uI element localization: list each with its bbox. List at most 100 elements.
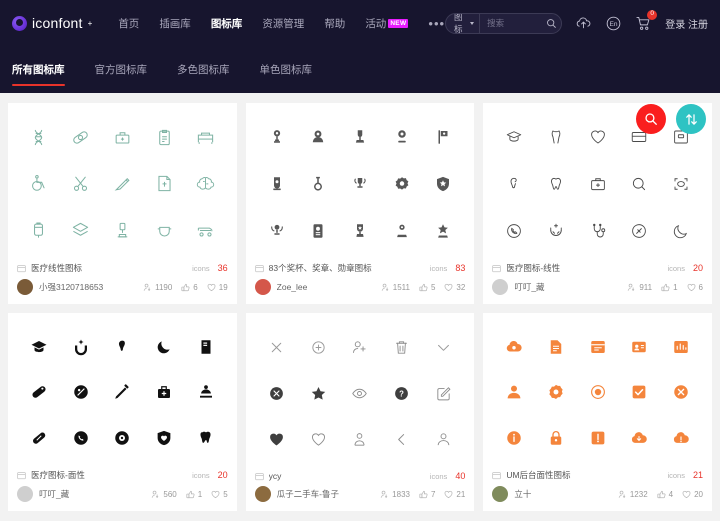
chart-card-filled-icon[interactable] — [660, 327, 702, 367]
trophy-wreath-icon[interactable] — [339, 164, 381, 205]
library-card[interactable]: 医疗线性图标 icons 36 小强3120718653 1190 6 19 — [8, 103, 237, 304]
lock-filled-icon[interactable] — [535, 418, 577, 458]
avatar[interactable] — [492, 279, 509, 295]
nav-item-icons[interactable]: 图标库 — [211, 16, 243, 31]
flag-award-icon[interactable] — [423, 117, 465, 158]
hands-sparkle-filled-icon[interactable] — [60, 327, 102, 367]
shield-heart-filled-icon[interactable] — [143, 418, 185, 458]
thermometer-icon[interactable] — [101, 164, 143, 205]
cloud-gear-icon[interactable] — [493, 327, 535, 367]
author-name[interactable]: Zoe_lee — [277, 282, 308, 292]
author-name[interactable]: 叮叮_藏 — [514, 281, 544, 293]
fab-search-button[interactable] — [636, 104, 666, 134]
plus-circle-icon[interactable] — [297, 327, 339, 367]
chevron-left-icon[interactable] — [381, 420, 423, 460]
stretcher-icon[interactable] — [185, 210, 227, 251]
heart-filled-icon[interactable] — [256, 420, 298, 460]
author-name[interactable]: 小强3120718653 — [39, 281, 103, 293]
pill-circle-icon[interactable] — [619, 210, 661, 251]
rosette-icon[interactable] — [381, 164, 423, 205]
microscope-filled-icon[interactable] — [185, 373, 227, 413]
shield-award-icon[interactable] — [423, 164, 465, 205]
avatar[interactable] — [17, 279, 33, 295]
library-card[interactable]: ? ycy icons 40 瓜子二手车-鲁子 1833 7 21 — [245, 313, 475, 511]
eye-icon[interactable] — [339, 373, 381, 413]
language-en-icon[interactable]: En — [605, 15, 622, 32]
avatar[interactable] — [492, 486, 509, 502]
tab-multicolor-libraries[interactable]: 多色图标库 — [177, 46, 230, 93]
cloud-upload-icon[interactable] — [575, 15, 592, 32]
author-name[interactable]: 瓜子二手车-鲁子 — [277, 488, 339, 500]
library-title[interactable]: 医疗线性图标 — [31, 262, 187, 274]
star-filled-icon[interactable] — [297, 373, 339, 413]
medal-pin-icon[interactable] — [256, 164, 298, 205]
nav-item-resources[interactable]: 资源管理 — [262, 16, 304, 31]
medical-scale-icon[interactable] — [101, 117, 143, 158]
target-filled-icon[interactable] — [577, 373, 619, 413]
author-name[interactable]: 叮叮_藏 — [39, 488, 69, 500]
tooth-root-filled-icon[interactable] — [101, 327, 143, 367]
library-title[interactable]: UM后台面性图标 — [506, 469, 662, 481]
tab-all-libraries[interactable]: 所有图标库 — [12, 46, 65, 93]
avatar[interactable] — [254, 279, 271, 295]
trophy-cup-icon[interactable] — [256, 117, 298, 158]
info-circle-filled-icon[interactable] — [493, 418, 535, 458]
nav-more-menu[interactable]: ••• — [428, 17, 445, 30]
book-filled-icon[interactable] — [185, 327, 227, 367]
gear-filled-icon[interactable] — [535, 373, 577, 413]
pill-filled-icon[interactable] — [18, 373, 60, 413]
brain-icon[interactable] — [185, 164, 227, 205]
user-filled-icon[interactable] — [493, 373, 535, 413]
library-title[interactable]: 医疗图标-线性 — [506, 262, 662, 274]
tab-monochrome-libraries[interactable]: 单色图标库 — [260, 46, 313, 93]
dna-icon[interactable] — [18, 117, 60, 158]
file-filled-icon[interactable] — [535, 327, 577, 367]
tooth-filled-icon[interactable] — [185, 418, 227, 458]
syringe-icon[interactable] — [101, 373, 143, 413]
fab-sort-button[interactable] — [676, 104, 706, 134]
moon-care-filled-icon[interactable] — [143, 327, 185, 367]
question-circle-filled-icon[interactable]: ? — [381, 373, 423, 413]
library-title[interactable]: 83个奖杯、奖章、勋章图标 — [269, 262, 425, 274]
medal-ribbon-icon[interactable] — [297, 164, 339, 205]
check-square-filled-icon[interactable] — [619, 373, 661, 413]
avatar[interactable] — [17, 486, 33, 502]
shopping-cart-icon[interactable]: 0 — [635, 9, 658, 32]
stethoscope-icon[interactable] — [577, 210, 619, 251]
library-title[interactable]: 医疗图标-面性 — [31, 469, 187, 481]
chevron-down-icon[interactable] — [423, 327, 465, 367]
avatar[interactable] — [254, 486, 271, 502]
heart-outline-icon[interactable] — [577, 117, 619, 158]
laurel-trophy-icon[interactable] — [256, 210, 298, 251]
tooth-single-icon[interactable] — [493, 164, 535, 205]
star-badge-icon[interactable] — [423, 210, 465, 251]
search-input[interactable] — [480, 18, 543, 28]
layers-icon[interactable] — [60, 210, 102, 251]
phone-circle-filled-icon[interactable] — [60, 418, 102, 458]
wheelchair-icon[interactable] — [18, 164, 60, 205]
phone-care-icon[interactable] — [493, 210, 535, 251]
search-circle-icon[interactable] — [619, 164, 661, 205]
prescription-icon[interactable] — [143, 164, 185, 205]
search-submit-button[interactable] — [542, 18, 561, 29]
bandage-icon[interactable] — [60, 117, 102, 158]
search-bar[interactable]: 图标 — [445, 12, 563, 34]
scan-frame-icon[interactable] — [660, 164, 702, 205]
user-icon[interactable] — [423, 420, 465, 460]
close-icon[interactable] — [256, 327, 298, 367]
tab-official-libraries[interactable]: 官方图标库 — [95, 46, 148, 93]
microscope-icon[interactable] — [101, 210, 143, 251]
trophy-tall-icon[interactable] — [339, 117, 381, 158]
auth-links[interactable]: 登录 注册 — [665, 16, 708, 31]
certificate-icon[interactable] — [297, 210, 339, 251]
tooth-icon[interactable] — [535, 164, 577, 205]
scissors-icon[interactable] — [60, 164, 102, 205]
user-group-icon[interactable] — [339, 420, 381, 460]
virus-circle-filled-icon[interactable] — [101, 418, 143, 458]
library-card[interactable]: 医疗图标-面性 icons 20 叮叮_藏 560 1 5 — [8, 313, 237, 511]
nav-item-activity[interactable]: 活动 NEW — [365, 16, 409, 31]
capsule-filled-icon[interactable] — [18, 418, 60, 458]
nav-item-help[interactable]: 帮助 — [324, 16, 345, 31]
library-title[interactable]: ycy — [269, 471, 425, 481]
medal-round-icon[interactable] — [297, 117, 339, 158]
